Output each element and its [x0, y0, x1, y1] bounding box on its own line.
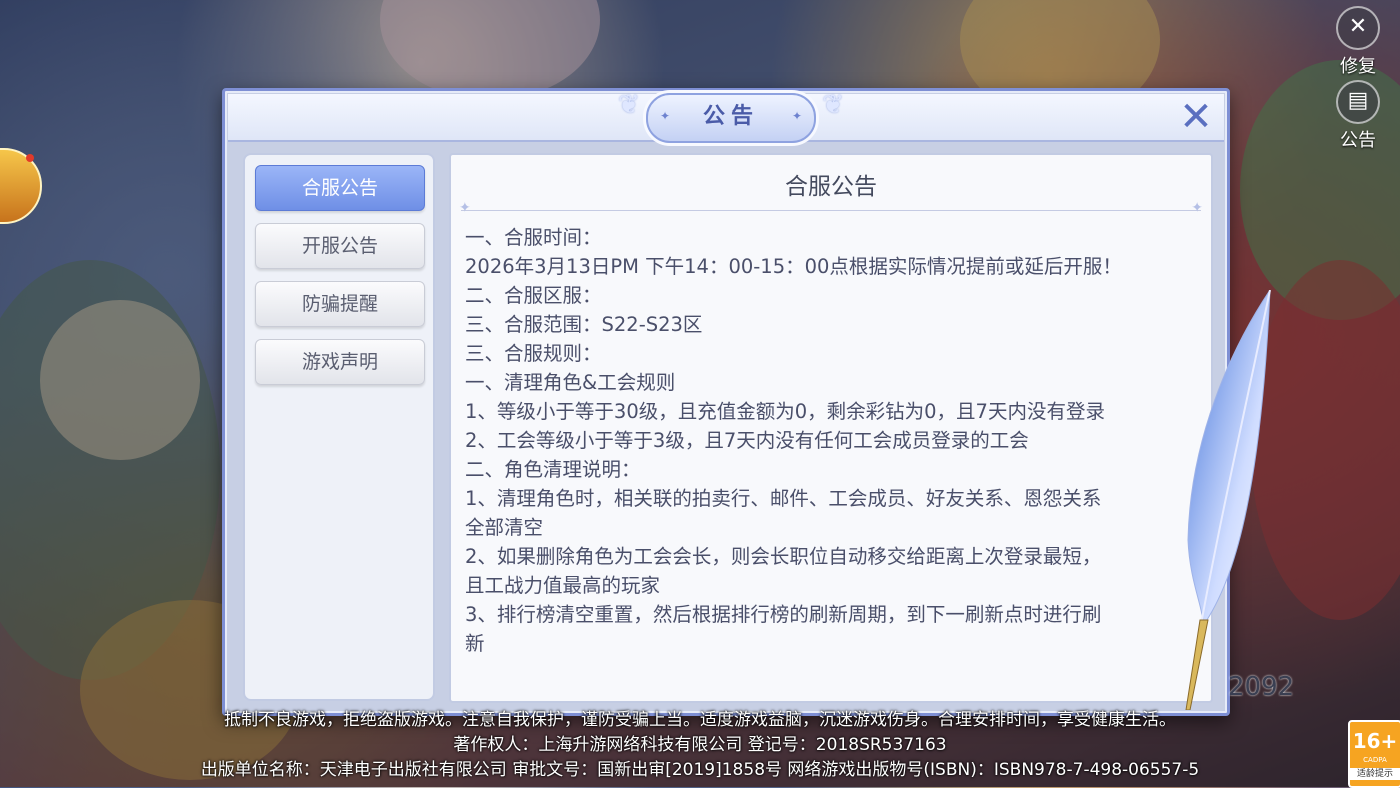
tab-anti-fraud[interactable]: 防骗提醒 — [255, 281, 425, 327]
tab-label: 开服公告 — [301, 235, 378, 257]
notice-label: 公告 — [1340, 130, 1376, 151]
left-wing-icon: ❦ — [618, 90, 640, 120]
wrench-icon: ✕ — [1336, 6, 1380, 50]
content-line: 且工战力值最高的玩家 — [465, 574, 661, 597]
content-line: 三、合服范围：S22-S23区 — [465, 313, 703, 336]
close-icon: ✕ — [1179, 94, 1213, 140]
content-line: 1、清理角色时，相关联的拍卖行、邮件、工会成员、好友关系、恩怨关系 — [465, 487, 1102, 510]
age-rating-org: CADPA — [1363, 756, 1387, 764]
quill-decoration-icon — [1185, 290, 1271, 710]
content-line: 3、排行榜清空重置，然后根据排行榜的刷新周期，到下一刷新点时进行刷 — [465, 603, 1102, 626]
footer-line-1: 抵制不良游戏，拒绝盗版游戏。注意自我保护，谨防受骗上当。适度游戏益脑，沉迷游戏伤… — [224, 710, 1176, 730]
content-body: 一、合服时间： 2026年3月13日PM 下午14：00-15：00点根据实际情… — [465, 223, 1203, 658]
notice-dialog: ❦ ✦ 公告 ✦ ❦ ✕ 合服公告 开服公告 防骗提醒 游戏声明 合服公告 一、… — [222, 88, 1230, 716]
notice-button[interactable]: ▤ 公告 — [1328, 80, 1388, 152]
tab-label: 合服公告 — [301, 177, 378, 199]
content-line: 全部清空 — [465, 516, 544, 539]
age-rating-badge: 16+ CADPA 适龄提示 — [1348, 720, 1400, 788]
content-line: 2、工会等级小于等于3级，且7天内没有任何工会成员登录的工会 — [465, 429, 1029, 452]
content-line: 1、等级小于等于30级，且充值金额为0，剩余彩钻为0，且7天内没有登录 — [465, 400, 1105, 423]
content-line: 二、角色清理说明： — [465, 458, 641, 481]
tab-label: 游戏声明 — [301, 351, 378, 373]
content-line: 新 — [465, 632, 485, 655]
footer-line-3: 出版单位名称：天津电子出版社有限公司 审批文号：国新出审[2019]1858号 … — [200, 760, 1200, 780]
content-line: 二、合服区服： — [465, 284, 602, 307]
age-rating-label: 适龄提示 — [1350, 768, 1400, 780]
repair-label: 修复 — [1340, 56, 1376, 77]
age-rating-value: 16+ — [1352, 729, 1398, 753]
repair-button[interactable]: ✕ 修复 — [1328, 6, 1388, 78]
content-line: 一、清理角色&工会规则 — [465, 371, 676, 394]
content-line: 2、如果删除角色为工会会长，则会长职位自动移交给距离上次登录最短， — [465, 545, 1102, 568]
background-number: 2092 — [1228, 672, 1295, 702]
dialog-title-plate: ❦ ✦ 公告 ✦ ❦ — [618, 90, 844, 143]
tab-label: 防骗提醒 — [301, 293, 378, 315]
content-divider — [459, 200, 1203, 216]
tab-game-statement[interactable]: 游戏声明 — [255, 339, 425, 385]
notice-content-panel[interactable]: 合服公告 一、合服时间： 2026年3月13日PM 下午14：00-15：00点… — [449, 153, 1213, 703]
content-line: 一、合服时间： — [465, 226, 602, 249]
dialog-title: 公告 — [702, 104, 759, 129]
content-line: 三、合服规则： — [465, 342, 602, 365]
dialog-header: ❦ ✦ 公告 ✦ ❦ ✕ — [228, 90, 1224, 143]
notice-icon: ▤ — [1336, 80, 1380, 124]
star-icon: ✦ — [660, 109, 671, 123]
tab-merge-notice[interactable]: 合服公告 — [255, 165, 425, 211]
tab-open-notice[interactable]: 开服公告 — [255, 223, 425, 269]
tab-list: 合服公告 开服公告 防骗提醒 游戏声明 — [243, 153, 435, 701]
star-icon: ✦ — [791, 109, 802, 123]
close-button[interactable]: ✕ — [1176, 97, 1216, 138]
footer-line-2: 著作权人：上海升游网络科技有限公司 登记号：2018SR537163 — [453, 735, 947, 755]
content-line: 2026年3月13日PM 下午14：00-15：00点根据实际情况提前或延后开服… — [465, 255, 1122, 278]
right-wing-icon: ❦ — [822, 90, 844, 120]
content-title: 合服公告 — [785, 174, 877, 200]
